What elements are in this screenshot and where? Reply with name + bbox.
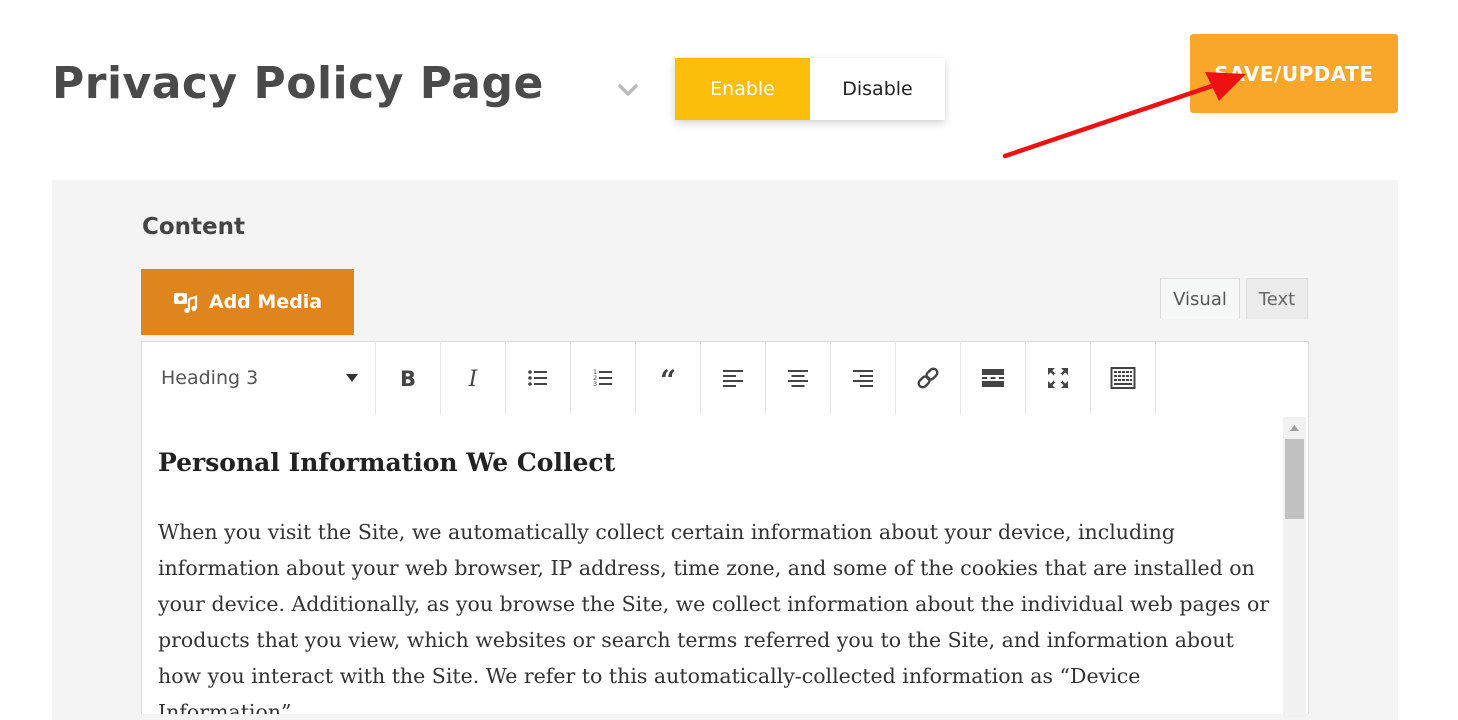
editor-content-area[interactable]: Personal Information We Collect When you… [141,414,1309,714]
caret-down-icon [346,374,358,382]
svg-text:3: 3 [593,380,597,388]
svg-text:B: B [400,367,416,391]
italic-icon: I [468,367,479,391]
add-media-button[interactable]: Add Media [141,269,354,335]
editor-toolbar: Heading 3 B I 1 2 3 “ [141,341,1309,415]
bulleted-list-button[interactable] [506,342,571,414]
disable-button[interactable]: Disable [810,58,945,120]
tab-text[interactable]: Text [1246,278,1308,319]
fullscreen-button[interactable] [1026,342,1091,414]
align-right-button[interactable] [831,342,896,414]
toolbar-toggle-icon [1110,367,1136,389]
add-media-label: Add Media [208,291,323,313]
media-icon [173,293,197,314]
page-title: Privacy Policy Page [52,58,544,109]
format-select[interactable]: Heading 3 [142,342,376,414]
scroll-thumb[interactable] [1285,439,1304,519]
format-select-value: Heading 3 [161,367,259,389]
italic-button[interactable]: I [441,342,506,414]
status-toggle: Enable Disable [675,58,945,120]
document-paragraph: When you visit the Site, we automaticall… [158,520,1270,714]
scroll-up-icon[interactable] [1283,419,1306,437]
numbered-list-button[interactable]: 1 2 3 [571,342,636,414]
numbered-list-icon: 1 2 3 [593,368,612,388]
align-left-icon [723,370,743,387]
toolbar-toggle-button[interactable] [1091,342,1156,414]
align-left-button[interactable] [701,342,766,414]
align-center-button[interactable] [766,342,831,414]
chevron-down-icon[interactable] [614,76,642,104]
bold-button[interactable]: B [376,342,441,414]
document-heading: Personal Information We Collect [158,448,616,477]
svg-text:I: I [468,367,479,391]
bulleted-list-icon [528,370,547,386]
blockquote-icon: “ [660,365,676,391]
svg-text:“: “ [660,365,676,391]
align-right-icon [853,370,873,387]
fullscreen-icon [1048,368,1068,388]
read-more-icon [982,369,1004,387]
bold-icon: B [400,367,416,391]
editor-scrollbar[interactable] [1283,417,1306,717]
enable-button[interactable]: Enable [675,58,810,120]
content-label: Content [142,214,246,240]
editor-tabs: Visual Text [1160,278,1308,319]
link-button[interactable] [896,342,961,414]
save-update-button[interactable]: SAVE/UPDATE [1190,34,1398,113]
blockquote-button[interactable]: “ [636,342,701,414]
link-icon [917,367,939,389]
read-more-button[interactable] [961,342,1026,414]
tab-visual[interactable]: Visual [1160,278,1240,319]
align-center-icon [788,370,808,387]
